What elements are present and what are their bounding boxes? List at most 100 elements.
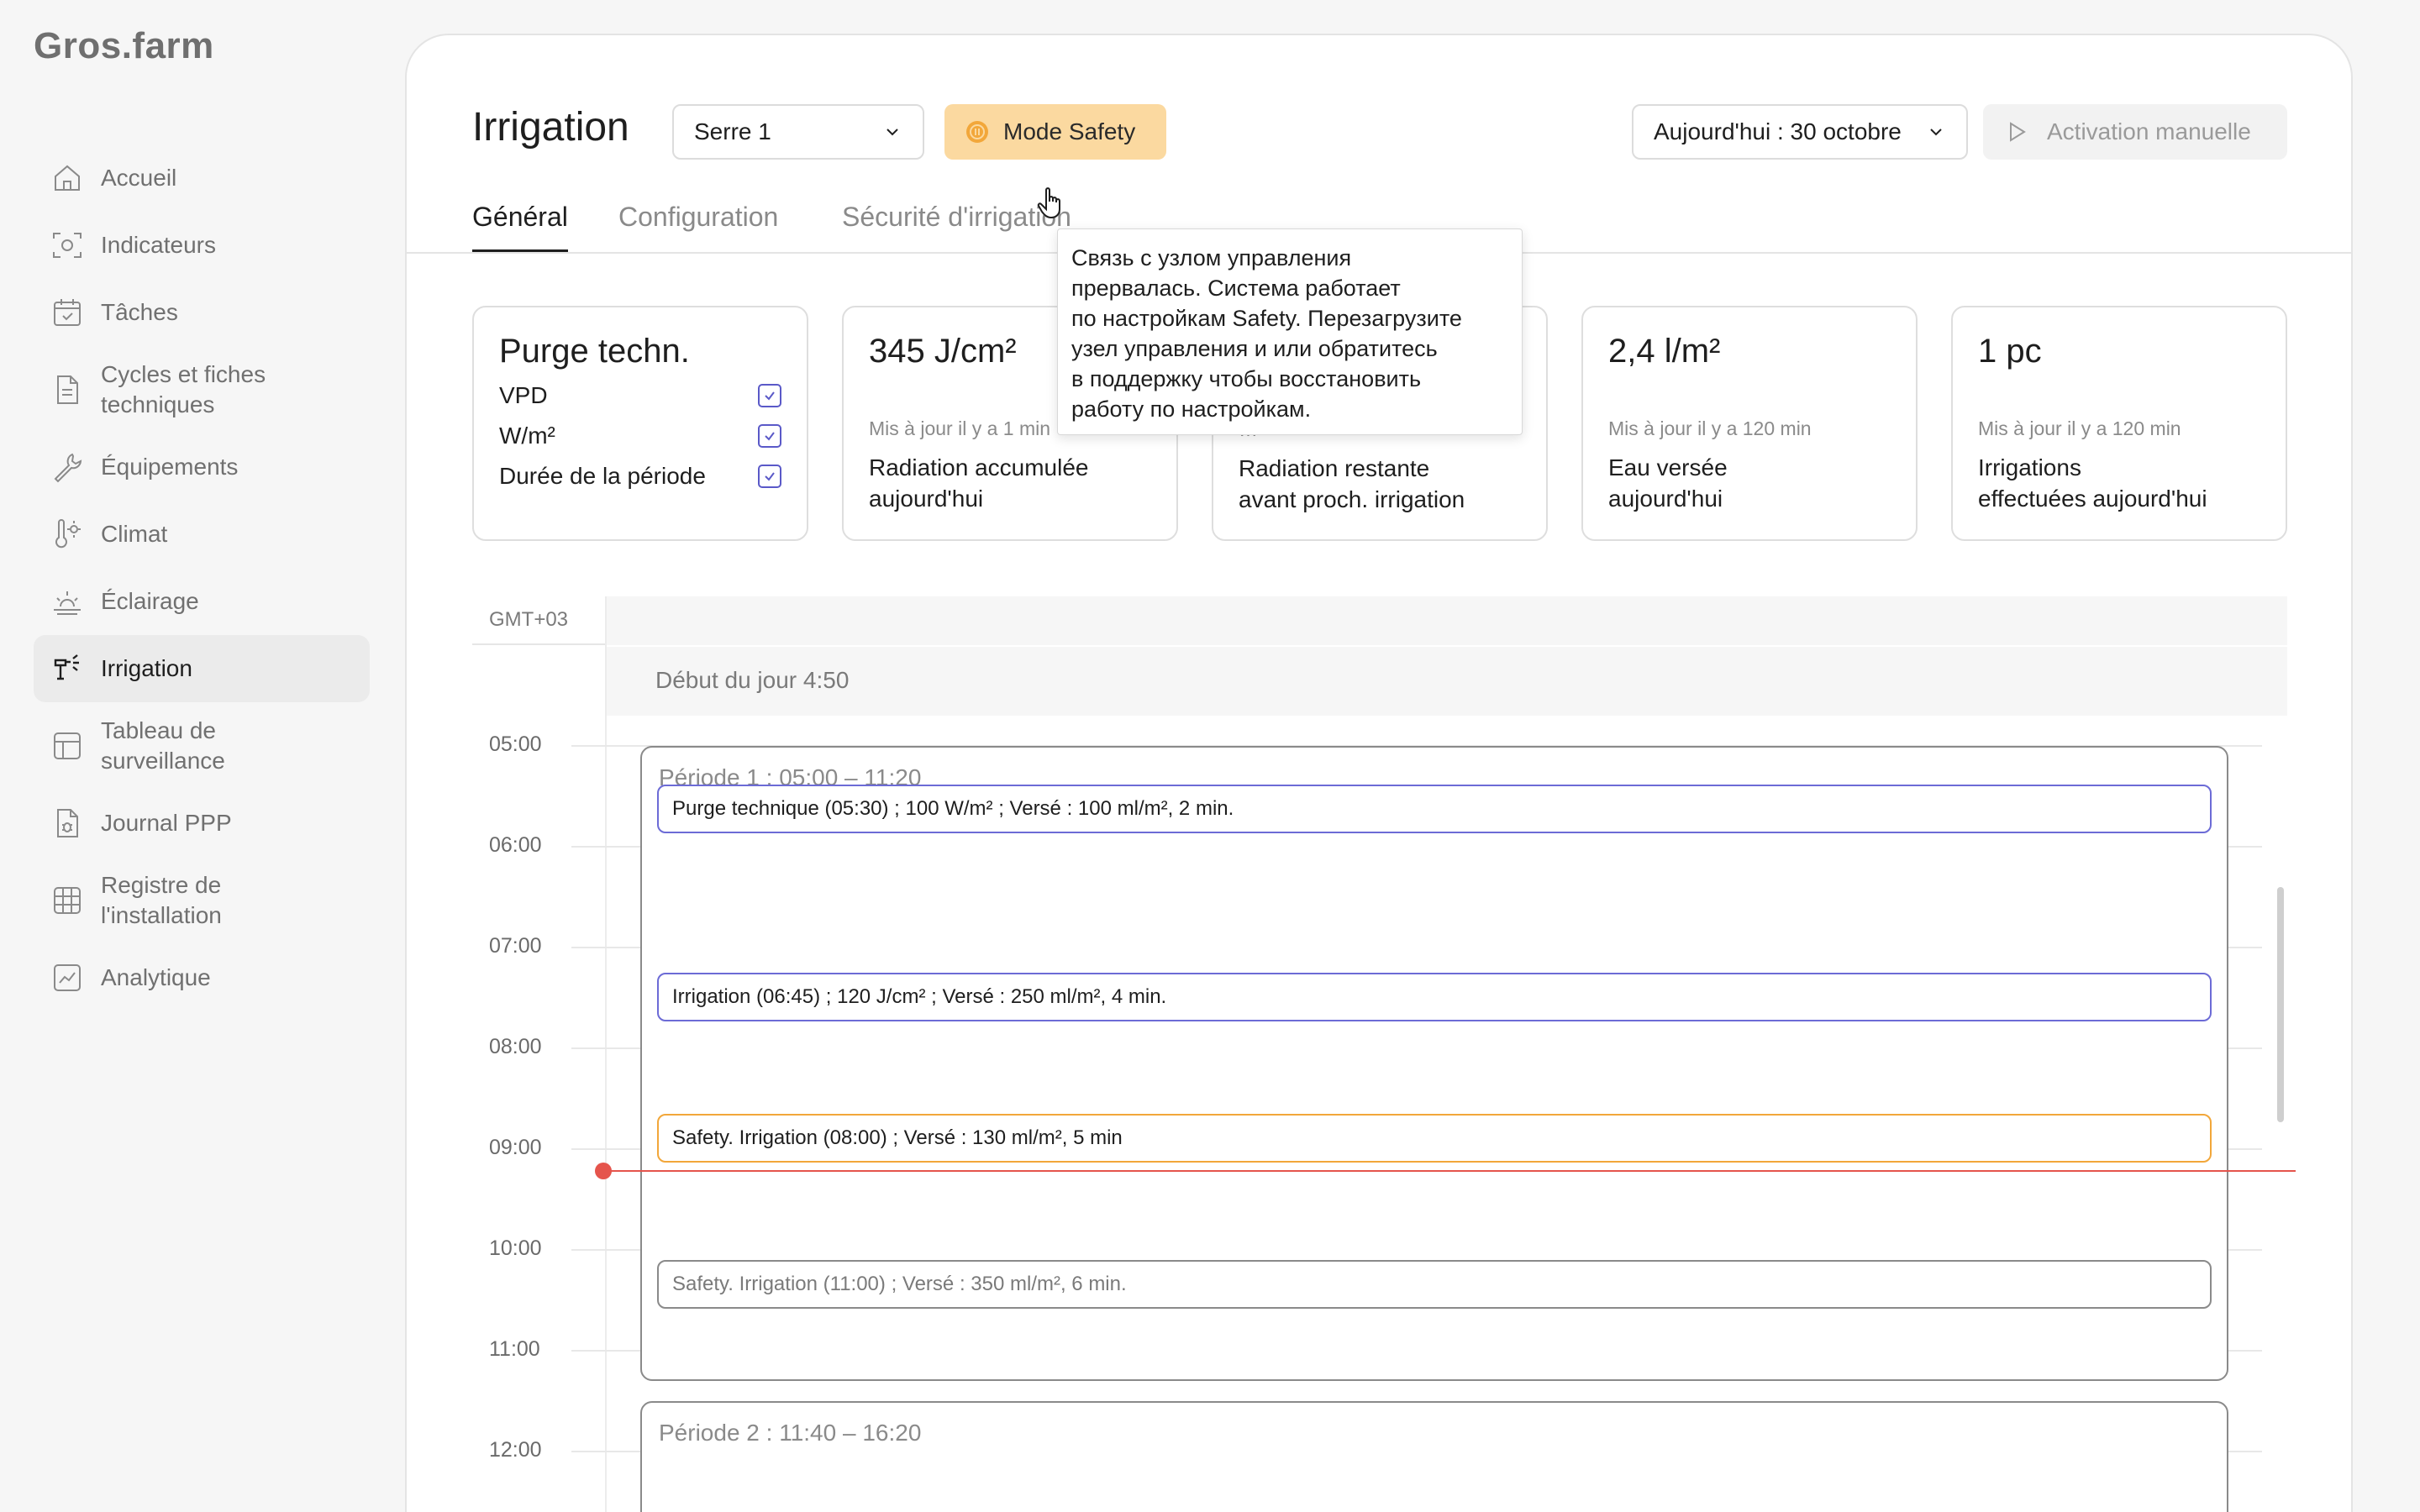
camera-icon — [50, 228, 84, 262]
hour-label: 09:00 — [489, 1136, 542, 1159]
tab-configuration[interactable]: Configuration — [618, 202, 778, 252]
purge-card: Purge techn. VPD W/m² Durée de la périod… — [472, 306, 808, 541]
check-label: Durée de la période — [499, 463, 706, 489]
water-label: Eau versée aujourd'hui — [1608, 454, 1728, 512]
timeline-header: GMT+03 — [472, 596, 2287, 645]
current-time-line — [605, 1170, 2296, 1172]
period-title: Période 2 : 11:40 – 16:20 — [659, 1420, 922, 1446]
thermometer-icon — [50, 517, 84, 551]
greenhouse-select-value: Serre 1 — [694, 118, 771, 144]
purge-card-title: Purge techn. — [499, 333, 690, 370]
wrench-icon — [50, 450, 84, 484]
layout-icon — [50, 729, 84, 763]
home-icon — [50, 161, 84, 195]
chart-icon — [50, 961, 84, 995]
water-card: 2,4 l/m² Mis à jour il y a 120 min Eau v… — [1581, 306, 1918, 541]
hand-cursor-icon — [1037, 187, 1060, 219]
check-row-duration: Durée de la période — [499, 461, 781, 491]
check-icon — [765, 391, 775, 401]
page-title: Irrigation — [472, 105, 629, 150]
check-label: W/m² — [499, 423, 555, 449]
manual-activation-button[interactable]: Activation manuelle — [1983, 104, 2287, 160]
safety-mode-tooltip: Связь с узлом управления прервалась. Сис… — [1057, 228, 1523, 435]
irrigations-label: Irrigations effectuées aujourd'hui — [1978, 454, 2207, 512]
vpd-checkbox[interactable] — [758, 384, 781, 407]
check-row-vpd: VPD — [499, 381, 781, 411]
hour-label: 05:00 — [489, 732, 542, 756]
safety-mode-button[interactable]: Mode Safety — [944, 104, 1166, 160]
sidebar-item-label: Climat — [101, 521, 168, 547]
hour-label: 07:00 — [489, 934, 542, 958]
sidebar-item-label: Indicateurs — [101, 232, 216, 258]
sidebar-item-label: Journal PPP — [101, 810, 232, 836]
sidebar-item-tableau[interactable]: Tableau de surveillance — [34, 702, 370, 790]
sidebar-item-label: Tâches — [101, 299, 178, 325]
check-label: VPD — [499, 382, 548, 408]
grid-icon — [50, 884, 84, 917]
irrigations-value: 1 pc — [1978, 333, 2042, 370]
calendar-check-icon — [50, 296, 84, 329]
chevron-down-icon — [886, 129, 898, 136]
water-value: 2,4 l/m² — [1608, 333, 1721, 370]
timeline-header-fill — [605, 596, 2287, 645]
hour-label: 08:00 — [489, 1035, 542, 1058]
sidebar-item-registre[interactable]: Registre de l'installation — [34, 857, 370, 944]
irrigation-event[interactable]: Purge technique (05:30) ; 100 W/m² ; Ver… — [657, 785, 2212, 833]
sidebar-item-cycles[interactable]: Cycles et fiches techniques — [34, 346, 370, 433]
sidebar-item-label: Accueil — [101, 165, 177, 191]
sunrise-icon — [50, 585, 84, 618]
duration-checkbox[interactable] — [758, 465, 781, 488]
irrigations-count-card: 1 pc Mis à jour il y a 120 min Irrigatio… — [1951, 306, 2287, 541]
sidebar-item-label: Équipements — [101, 454, 239, 480]
greenhouse-select[interactable]: Serre 1 — [672, 104, 924, 160]
tab-general[interactable]: Général — [472, 202, 568, 252]
safety-irrigation-event[interactable]: Safety. Irrigation (11:00) ; Versé : 350… — [657, 1260, 2212, 1309]
period-block[interactable]: Période 2 : 11:40 – 16:20 — [640, 1401, 2228, 1512]
safety-irrigation-event[interactable]: Safety. Irrigation (08:00) ; Versé : 130… — [657, 1114, 2212, 1163]
app-logo[interactable]: Gros.farm — [34, 25, 214, 67]
document-icon — [50, 373, 84, 407]
irrigations-updated: Mis à jour il y a 120 min — [1978, 417, 2181, 439]
hour-label: 06:00 — [489, 833, 542, 857]
sidebar-item-label: Cycles et fiches techniques — [101, 361, 266, 417]
sidebar-item-label: Tableau de surveillance — [101, 717, 225, 774]
sidebar-item-indicateurs[interactable]: Indicateurs — [34, 212, 370, 279]
safety-status-icon — [966, 121, 988, 143]
sidebar-item-taches[interactable]: Tâches — [34, 279, 370, 346]
sidebar-item-label: Éclairage — [101, 588, 199, 614]
sprinkler-icon — [50, 652, 84, 685]
sidebar-item-label: Irrigation — [101, 655, 192, 681]
water-updated: Mis à jour il y a 120 min — [1608, 417, 1812, 439]
hour-label: 12:00 — [489, 1438, 542, 1462]
bug-document-icon — [50, 806, 84, 840]
sidebar-item-irrigation[interactable]: Irrigation — [34, 635, 370, 702]
remaining-label: Radiation restante avant proch. irrigati… — [1239, 455, 1465, 512]
sidebar-item-equipements[interactable]: Équipements — [34, 433, 370, 501]
hour-label: 10:00 — [489, 1236, 542, 1260]
current-time-marker — [595, 1163, 612, 1179]
play-icon — [2010, 122, 2026, 142]
date-select-value: Aujourd'hui : 30 octobre — [1654, 118, 1902, 144]
manual-activation-label: Activation manuelle — [2047, 118, 2251, 144]
radiation-label: Radiation accumulée aujourd'hui — [869, 454, 1089, 512]
sidebar-item-journal[interactable]: Journal PPP — [34, 790, 370, 857]
sidebar-item-eclairage[interactable]: Éclairage — [34, 568, 370, 635]
check-icon — [765, 432, 775, 441]
irrigation-event[interactable]: Irrigation (06:45) ; 120 J/cm² ; Versé :… — [657, 973, 2212, 1021]
safety-mode-label: Mode Safety — [1003, 118, 1136, 144]
sidebar-nav: Accueil Indicateurs Tâches Cycles et fic… — [34, 144, 370, 1011]
hour-label: 11:00 — [489, 1337, 540, 1361]
sidebar-item-label: Analytique — [101, 964, 211, 990]
date-select[interactable]: Aujourd'hui : 30 octobre — [1632, 104, 1968, 160]
sidebar-item-label: Registre de l'installation — [101, 872, 222, 928]
timezone-label: GMT+03 — [489, 608, 569, 631]
sidebar-item-analytique[interactable]: Analytique — [34, 944, 370, 1011]
day-start-banner: Début du jour 4:50 — [605, 647, 2287, 716]
sidebar-item-climat[interactable]: Climat — [34, 501, 370, 568]
chevron-down-icon — [1930, 129, 1942, 136]
timeline-axis — [605, 596, 607, 1512]
wm2-checkbox[interactable] — [758, 424, 781, 448]
check-icon — [765, 472, 775, 481]
sidebar-item-accueil[interactable]: Accueil — [34, 144, 370, 212]
timeline-scrollbar[interactable] — [2277, 887, 2284, 1122]
